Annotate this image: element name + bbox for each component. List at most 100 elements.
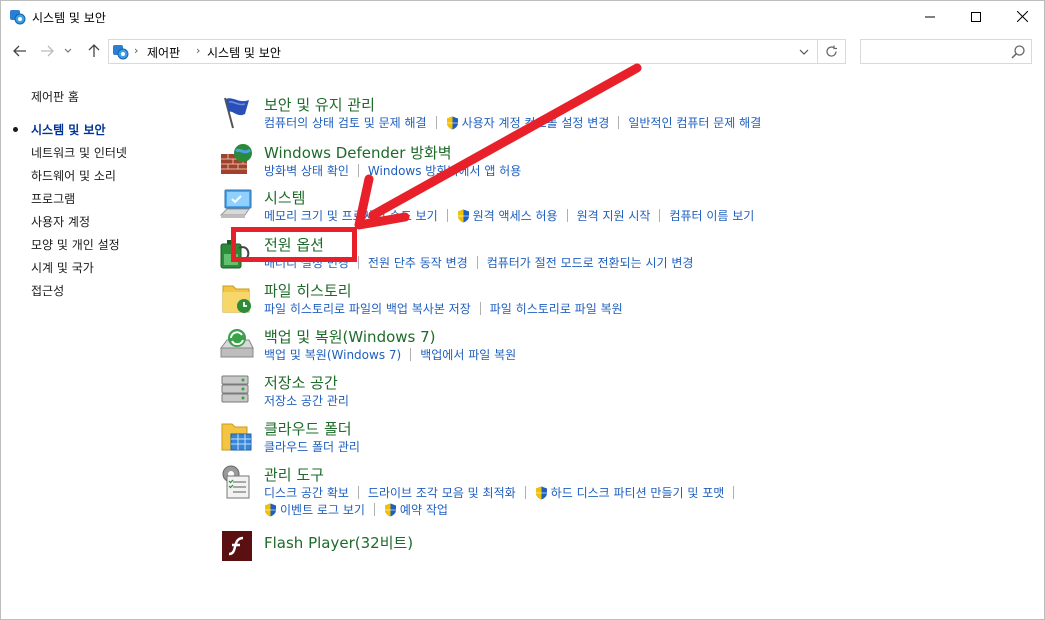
link-save-backup-copies[interactable]: 파일 히스토리로 파일의 백업 복사본 저장 bbox=[264, 300, 471, 317]
refresh-icon bbox=[826, 45, 837, 57]
link-restore-files[interactable]: 파일 히스토리로 파일 복원 bbox=[490, 300, 623, 317]
link-review-status[interactable]: 컴퓨터의 상태 검토 및 문제 해결 bbox=[264, 114, 427, 131]
cloud-folder-icon bbox=[221, 423, 252, 451]
highlight-box bbox=[231, 227, 357, 262]
category-title[interactable]: 클라우드 폴더 bbox=[264, 418, 352, 439]
category-title[interactable]: Windows Defender 방화벽 bbox=[264, 142, 452, 163]
category-links: 방화벽 상태 확인 Windows 방화벽에서 앱 허용 bbox=[264, 162, 521, 179]
chevron-down-icon bbox=[64, 48, 72, 53]
link-manage-work-folders[interactable]: 클라우드 폴더 관리 bbox=[264, 438, 360, 455]
control-panel-window: 시스템 및 보안 › 제어판 › 시스템 및 보안 제어판 홈 시스템 및 보안… bbox=[0, 0, 1045, 620]
link-separator bbox=[476, 256, 478, 269]
link-power-button-action[interactable]: 전원 단추 동작 변경 bbox=[368, 254, 468, 271]
arrow-up-icon bbox=[88, 44, 100, 57]
category-title[interactable]: Flash Player(32비트) bbox=[264, 532, 413, 553]
minimize-icon bbox=[925, 16, 935, 17]
link-separator bbox=[479, 302, 481, 315]
category-links: 메모리 크기 및 프로세서 속도 보기 원격 액세스 허용 원격 지원 시작 컴… bbox=[264, 207, 754, 224]
category-links: 클라우드 폴더 관리 bbox=[264, 438, 360, 455]
uac-shield-icon bbox=[384, 503, 396, 516]
link-separator bbox=[373, 503, 375, 516]
link-separator bbox=[659, 209, 661, 222]
window-title: 시스템 및 보안 bbox=[32, 11, 106, 25]
link-event-logs[interactable]: 이벤트 로그 보기 bbox=[280, 501, 365, 518]
flash-icon bbox=[222, 531, 252, 561]
firewall-icon bbox=[221, 144, 252, 174]
computer-icon bbox=[219, 189, 252, 218]
close-button[interactable] bbox=[999, 1, 1045, 32]
nav-hardware-sound[interactable]: 하드웨어 및 소리 bbox=[31, 167, 116, 184]
backup-icon bbox=[220, 329, 254, 358]
control-panel-icon bbox=[10, 10, 26, 25]
breadcrumb-control-panel[interactable]: 제어판 bbox=[147, 44, 180, 61]
arrow-left-icon bbox=[13, 45, 26, 57]
category-title[interactable]: 보안 및 유지 관리 bbox=[264, 94, 375, 115]
admin-tools-icon bbox=[222, 465, 250, 499]
link-separator bbox=[566, 209, 568, 222]
link-uac-settings[interactable]: 사용자 계정 컨트롤 설정 변경 bbox=[462, 114, 610, 131]
uac-shield-icon bbox=[457, 209, 469, 222]
flag-icon bbox=[224, 97, 249, 129]
category-title[interactable]: 저장소 공간 bbox=[264, 372, 338, 393]
link-scheduled-tasks[interactable]: 예약 작업 bbox=[400, 501, 448, 518]
navigation-bar: › 제어판 › 시스템 및 보안 bbox=[1, 32, 1044, 72]
link-sleep-timing[interactable]: 컴퓨터가 절전 모드로 전환되는 시기 변경 bbox=[487, 254, 694, 271]
category-title[interactable]: 관리 도구 bbox=[264, 464, 324, 485]
storage-icon bbox=[221, 375, 249, 403]
control-panel-icon bbox=[113, 45, 129, 60]
link-defragment[interactable]: 드라이브 조각 모음 및 최적화 bbox=[368, 484, 516, 501]
maximize-icon bbox=[971, 11, 981, 22]
chevron-down-icon bbox=[799, 49, 809, 55]
uac-shield-icon bbox=[535, 486, 547, 499]
link-separator bbox=[733, 486, 735, 499]
category-links: 파일 히스토리로 파일의 백업 복사본 저장 파일 히스토리로 파일 복원 bbox=[264, 300, 623, 317]
link-allow-app[interactable]: Windows 방화벽에서 앱 허용 bbox=[368, 162, 521, 179]
link-free-disk-space[interactable]: 디스크 공간 확보 bbox=[264, 484, 349, 501]
address-bar[interactable]: › 제어판 › 시스템 및 보안 bbox=[108, 39, 818, 64]
nav-control-panel-home[interactable]: 제어판 홈 bbox=[31, 88, 79, 105]
link-manage-storage-spaces[interactable]: 저장소 공간 관리 bbox=[264, 392, 349, 409]
link-backup-restore-win7[interactable]: 백업 및 복원(Windows 7) bbox=[264, 346, 401, 363]
breadcrumb-system-security[interactable]: 시스템 및 보안 bbox=[207, 44, 281, 61]
link-computer-name[interactable]: 컴퓨터 이름 보기 bbox=[669, 207, 754, 224]
link-restore-from-backup[interactable]: 백업에서 파일 복원 bbox=[420, 346, 516, 363]
search-input[interactable] bbox=[860, 39, 1032, 64]
minimize-button[interactable] bbox=[907, 1, 953, 32]
refresh-button[interactable] bbox=[818, 39, 846, 64]
link-separator bbox=[410, 348, 412, 361]
forward-button[interactable] bbox=[37, 41, 57, 61]
category-title[interactable]: 시스템 bbox=[264, 187, 305, 208]
back-button[interactable] bbox=[10, 41, 30, 61]
category-links: 백업 및 복원(Windows 7) 백업에서 파일 복원 bbox=[264, 346, 516, 363]
up-button[interactable] bbox=[84, 41, 104, 61]
close-icon bbox=[1016, 11, 1028, 22]
link-launch-remote-assistance[interactable]: 원격 지원 시작 bbox=[577, 207, 651, 224]
category-title[interactable]: 파일 히스토리 bbox=[264, 280, 352, 301]
category-title[interactable]: 백업 및 복원(Windows 7) bbox=[264, 326, 436, 347]
breadcrumb-separator: › bbox=[196, 44, 201, 57]
link-separator bbox=[357, 486, 359, 499]
link-troubleshoot[interactable]: 일반적인 컴퓨터 문제 해결 bbox=[628, 114, 761, 131]
nav-clock-region[interactable]: 시계 및 국가 bbox=[31, 259, 94, 276]
nav-ease-of-access[interactable]: 접근성 bbox=[31, 282, 64, 299]
category-links: 디스크 공간 확보 드라이브 조각 모음 및 최적화 하드 디스크 파티션 만들… bbox=[264, 484, 743, 501]
uac-shield-icon bbox=[446, 116, 458, 129]
address-dropdown-button[interactable] bbox=[795, 43, 813, 61]
nav-appearance[interactable]: 모양 및 개인 설정 bbox=[31, 236, 120, 253]
link-separator bbox=[446, 209, 448, 222]
link-allow-remote-access[interactable]: 원격 액세스 허용 bbox=[473, 207, 558, 224]
recent-locations-button[interactable] bbox=[61, 41, 75, 61]
link-separator bbox=[357, 164, 359, 177]
nav-programs[interactable]: 프로그램 bbox=[31, 190, 75, 207]
maximize-button[interactable] bbox=[953, 1, 999, 32]
nav-network-internet[interactable]: 네트워크 및 인터넷 bbox=[31, 144, 127, 161]
nav-user-accounts[interactable]: 사용자 계정 bbox=[31, 213, 90, 230]
link-view-ram-speed[interactable]: 메모리 크기 및 프로세서 속도 보기 bbox=[264, 207, 438, 224]
category-links: 저장소 공간 관리 bbox=[264, 392, 349, 409]
link-firewall-status[interactable]: 방화벽 상태 확인 bbox=[264, 162, 349, 179]
category-links: 컴퓨터의 상태 검토 및 문제 해결 사용자 계정 컨트롤 설정 변경 일반적인… bbox=[264, 114, 761, 131]
link-separator bbox=[524, 486, 526, 499]
link-separator bbox=[357, 256, 359, 269]
link-separator bbox=[435, 116, 437, 129]
link-partition-format[interactable]: 하드 디스크 파티션 만들기 및 포맷 bbox=[551, 484, 725, 501]
